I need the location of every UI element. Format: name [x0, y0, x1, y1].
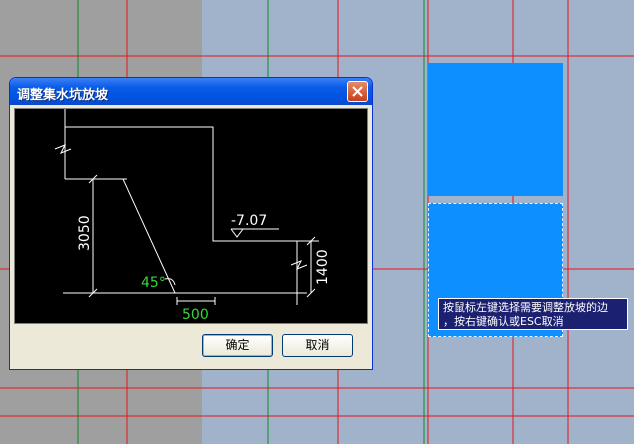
slope-diagram: -7.07 3050 1400 45° 500 — [54, 109, 331, 323]
depth-left-label: 3050 — [77, 215, 93, 251]
close-button[interactable] — [347, 81, 368, 102]
depth-right-label: 1400 — [315, 249, 331, 285]
offset-label: 500 — [182, 307, 209, 323]
cancel-button[interactable]: 取消 — [282, 334, 353, 357]
elevation-label: -7.07 — [231, 213, 267, 229]
sump-pit-block-top[interactable] — [428, 63, 563, 196]
tooltip-line-1: 按鼠标左键选择需要调整放坡的边 — [443, 301, 608, 314]
dialog-title: 调整集水坑放坡 — [17, 88, 109, 103]
dialog-titlebar[interactable]: 调整集水坑放坡 — [10, 78, 372, 105]
angle-label: 45° — [141, 275, 166, 291]
pit-outline-upper — [64, 109, 303, 242]
close-icon — [352, 86, 363, 97]
tooltip-line-2: ，按右键确认或ESC取消 — [443, 315, 564, 328]
command-tooltip: 按鼠标左键选择需要调整放坡的边 ，按右键确认或ESC取消 — [438, 298, 628, 330]
slope-diagram-preview: -7.07 3050 1400 45° 500 — [14, 108, 368, 324]
slope-adjust-dialog: 调整集水坑放坡 -7.07 3050 1400 45° 500 确定 取消 — [9, 77, 373, 370]
ok-button[interactable]: 确定 — [202, 334, 273, 357]
